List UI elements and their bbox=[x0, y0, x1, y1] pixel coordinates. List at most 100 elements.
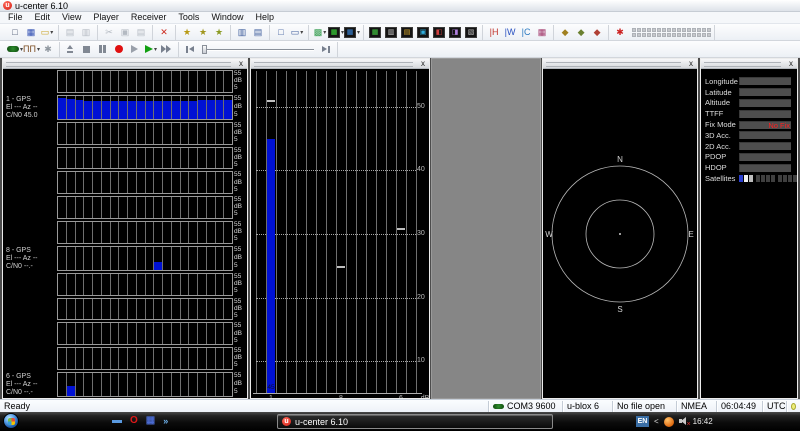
slider-thumb[interactable] bbox=[202, 45, 207, 54]
history-cell bbox=[119, 96, 128, 119]
chart-window-titlebar[interactable]: x bbox=[251, 59, 429, 69]
language-indicator[interactable]: EN bbox=[636, 416, 649, 427]
eject-button[interactable] bbox=[63, 42, 79, 56]
clear-file-button[interactable]: ✕ bbox=[156, 25, 172, 39]
fast-forward-button[interactable] bbox=[159, 42, 175, 56]
split-horizontal-button[interactable]: ▥ bbox=[234, 25, 250, 39]
cn0-history-bar bbox=[67, 386, 75, 396]
new-file-button[interactable]: □ bbox=[7, 25, 23, 39]
step-button[interactable] bbox=[127, 42, 143, 56]
connect-button[interactable]: ▾ bbox=[7, 42, 23, 56]
history-cell bbox=[154, 197, 163, 218]
split-vertical-button[interactable]: ▤ bbox=[250, 25, 266, 39]
chart-view-button[interactable]: ▦▾ bbox=[328, 25, 344, 39]
menu-view[interactable]: View bbox=[56, 12, 87, 23]
history-cell bbox=[84, 274, 93, 295]
altitude-meter-button[interactable]: |H bbox=[486, 25, 502, 39]
menu-edit[interactable]: Edit bbox=[29, 12, 57, 23]
history-cell bbox=[58, 348, 67, 369]
taskbar-task-ucenter[interactable]: u u-center 6.10 bbox=[277, 414, 553, 429]
window-list-button[interactable]: ▭▾ bbox=[289, 25, 305, 39]
history-cell bbox=[172, 373, 181, 396]
satellite-status-button[interactable]: ✱ bbox=[612, 25, 628, 39]
print-preview-button[interactable]: ▥ bbox=[78, 25, 94, 39]
dropdown-arrow-icon[interactable]: ▾ bbox=[300, 29, 303, 36]
close-icon[interactable]: x bbox=[236, 59, 246, 68]
menu-tools[interactable]: Tools bbox=[172, 12, 205, 23]
menu-file[interactable]: File bbox=[2, 12, 29, 23]
copy-button[interactable]: ▣ bbox=[117, 25, 133, 39]
dropdown-arrow-icon[interactable]: ▾ bbox=[357, 29, 360, 36]
text-console-button[interactable]: ★ bbox=[179, 25, 195, 39]
data-label: Fix Mode bbox=[705, 120, 739, 129]
record-button[interactable] bbox=[111, 42, 127, 56]
satellite-signal-cell bbox=[672, 28, 676, 32]
start-button[interactable] bbox=[3, 413, 19, 429]
docked-windows-button[interactable]: ▧ bbox=[463, 25, 479, 39]
history-cell bbox=[76, 172, 85, 193]
table-view-button[interactable]: ▦ bbox=[367, 25, 383, 39]
menu-window[interactable]: Window bbox=[205, 12, 249, 23]
satellite-signal-cell bbox=[657, 33, 661, 37]
menu-player[interactable]: Player bbox=[87, 12, 125, 23]
file-database-button[interactable]: ◆ bbox=[573, 25, 589, 39]
dropdown-arrow-icon[interactable]: ▾ bbox=[50, 29, 53, 36]
open-file-button[interactable]: ▭▾ bbox=[39, 25, 55, 39]
history-cell bbox=[146, 123, 155, 144]
sky-window-titlebar[interactable]: x bbox=[543, 59, 697, 69]
play-button[interactable]: ▾ bbox=[143, 42, 159, 56]
close-icon[interactable]: x bbox=[786, 59, 796, 68]
tray-clock: 16:42 bbox=[693, 417, 713, 426]
cut-button[interactable]: ✂ bbox=[101, 25, 117, 39]
message-console-button[interactable]: ★ bbox=[195, 25, 211, 39]
row-scale: 55dB5 bbox=[233, 70, 247, 93]
quicklaunch-desktop[interactable]: ▬ bbox=[112, 414, 122, 428]
baudrate-button[interactable]: ПП▾ bbox=[23, 42, 40, 56]
tray-app-icon[interactable] bbox=[664, 417, 674, 427]
menu-help[interactable]: Help bbox=[249, 12, 280, 23]
history-cell bbox=[198, 323, 207, 344]
paste-button[interactable]: ▤ bbox=[133, 25, 149, 39]
assistnow-button[interactable]: ◆ bbox=[557, 25, 573, 39]
alp-file-button[interactable]: ◆ bbox=[589, 25, 605, 39]
data-value bbox=[739, 88, 791, 96]
histogram-view-button[interactable]: ▦▾ bbox=[344, 25, 360, 39]
save-file-button[interactable]: ▦ bbox=[23, 25, 39, 39]
close-icon[interactable]: x bbox=[418, 59, 428, 68]
autobaud-button[interactable]: ✱ bbox=[40, 42, 56, 56]
file-group: □▦▭▾ bbox=[4, 25, 59, 40]
data-window-titlebar[interactable]: x bbox=[701, 59, 797, 69]
dropdown-arrow-icon[interactable]: ▾ bbox=[323, 29, 326, 36]
compass-meter-button[interactable]: |C bbox=[518, 25, 534, 39]
skip-end-button[interactable] bbox=[318, 42, 334, 56]
quicklaunch-opera[interactable]: O bbox=[130, 414, 138, 428]
docked-windows-button-icon: ▧ bbox=[465, 27, 477, 38]
pause-button[interactable] bbox=[95, 42, 111, 56]
sky-view-toolbar-button[interactable]: ◨ bbox=[447, 25, 463, 39]
row-scale: 55dB5 bbox=[233, 298, 247, 321]
watch-meter-button[interactable]: |W bbox=[502, 25, 518, 39]
close-icon[interactable]: x bbox=[686, 59, 696, 68]
quick-launch-overflow[interactable]: » bbox=[163, 416, 168, 426]
messages-view-button[interactable]: ▥ bbox=[383, 25, 399, 39]
history-cell bbox=[146, 148, 155, 169]
skip-start-button[interactable] bbox=[182, 42, 198, 56]
dropdown-arrow-icon[interactable]: ▾ bbox=[154, 46, 157, 53]
stop-button[interactable] bbox=[79, 42, 95, 56]
print-button[interactable]: ▤ bbox=[62, 25, 78, 39]
volume-muted-icon[interactable]: × bbox=[679, 417, 688, 426]
statistic-view-button[interactable]: ▤ bbox=[399, 25, 415, 39]
map-view-button[interactable]: ▩▾ bbox=[312, 25, 328, 39]
firmware-update-button[interactable]: ▦ bbox=[534, 25, 550, 39]
tray-chevron-icon[interactable]: < bbox=[654, 417, 659, 426]
new-window-button[interactable]: □ bbox=[273, 25, 289, 39]
configuration-view-button[interactable]: ▣ bbox=[415, 25, 431, 39]
packet-console-button[interactable]: ★ bbox=[211, 25, 227, 39]
history-cell bbox=[207, 348, 216, 369]
quicklaunch-files[interactable]: ▦ bbox=[146, 414, 155, 428]
progress-slider[interactable] bbox=[202, 45, 314, 54]
deviation-map-button[interactable]: ◧ bbox=[431, 25, 447, 39]
history-cell bbox=[119, 123, 128, 144]
menu-receiver[interactable]: Receiver bbox=[125, 12, 173, 23]
history-window-titlebar[interactable]: x bbox=[3, 59, 247, 69]
